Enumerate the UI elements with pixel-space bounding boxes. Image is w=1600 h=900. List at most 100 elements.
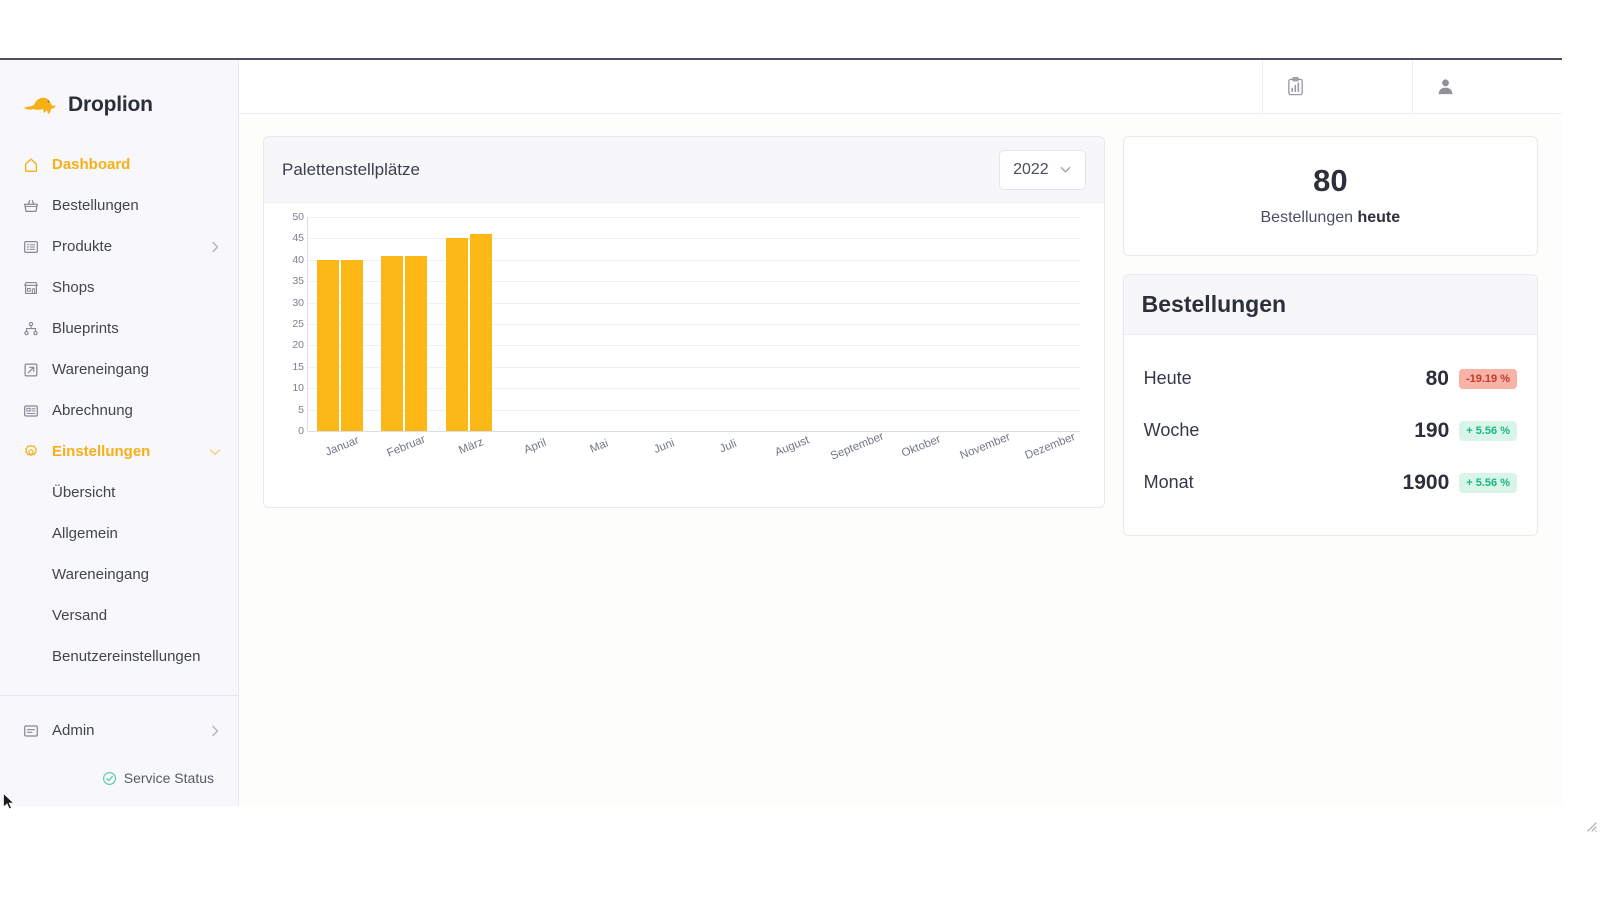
chart-bar[interactable] [470,234,492,431]
sidebar-subitem-versand[interactable]: Versand [0,595,238,636]
x-axis-label: Juli [718,438,739,456]
sidebar-subitem-benutzereinstellungen[interactable]: Benutzereinstellungen [0,636,238,677]
chart-month-group [630,217,694,431]
orders-list: Heute80-19.19 %Woche190+ 5.56 %Monat1900… [1124,335,1537,535]
sidebar-item-blueprints[interactable]: Blueprints [0,308,238,349]
main-content: Palettenstellplätze 2022 051015202530354… [239,114,1562,806]
chart-bar[interactable] [341,260,363,431]
chevron-right-icon [208,240,222,254]
x-axis-label-cell: Mai [565,431,629,493]
orders-row-label: Monat [1144,472,1403,493]
orders-card-title: Bestellungen [1142,291,1286,318]
x-axis-label-cell: Februar [372,431,436,493]
orders-row-value: 80 [1426,367,1449,391]
orders-row: Monat1900 + 5.56 % [1144,457,1517,509]
sidebar-subitem-label: Benutzereinstellungen [52,648,200,665]
chart-bars [308,217,1080,431]
chevron-down-icon [1059,163,1072,176]
brand[interactable]: Droplion [0,60,238,128]
sidebar-item-shops[interactable]: Shops [0,267,238,308]
user-menu-button[interactable] [1412,60,1562,113]
sidebar-item-label: Wareneingang [52,361,222,378]
y-axis-tick: 10 [292,383,304,394]
sidebar-item-label: Admin [52,722,196,739]
chart-bar[interactable] [446,238,468,431]
x-axis-label-cell: Oktober [887,431,951,493]
chart-plot-area: 05101520253035404550 [308,217,1080,431]
chart-card-header: Palettenstellplätze 2022 [264,137,1104,203]
sidebar-item-label: Abrechnung [52,402,222,419]
orders-today-label-bold: heute [1357,209,1400,226]
reports-button[interactable] [1262,60,1412,113]
x-axis-label-cell: Juni [630,431,694,493]
x-axis-label: November [959,431,1013,462]
x-axis-label: Februar [386,433,428,459]
orders-today-card: 80 Bestellungen heute [1123,136,1538,256]
orders-row: Woche190+ 5.56 % [1144,405,1517,457]
year-select[interactable]: 2022 [999,150,1086,190]
invoice-icon [22,722,40,740]
chart-month-group [823,217,887,431]
orders-row-delta-badge: + 5.56 % [1459,473,1517,493]
sidebar-item-abrechnung[interactable]: Abrechnung [0,390,238,431]
x-axis-label: Mai [589,438,611,456]
chart-month-group [951,217,1015,431]
x-axis-label: Juni [652,437,676,456]
brand-name: Droplion [68,93,153,117]
x-axis-label-cell: April [501,431,565,493]
hierarchy-icon [22,320,40,338]
chart-month-group [372,217,436,431]
x-axis-label-cell: Dezember [1015,431,1079,493]
basket-icon [22,197,40,215]
x-axis-label-cell: Juli [694,431,758,493]
orders-row-value: 1900 [1403,471,1450,495]
chart-bar[interactable] [317,260,339,431]
user-icon [1435,76,1456,97]
sidebar-item-einstellungen[interactable]: Einstellungen [0,431,238,472]
sidebar-subitem-allgemein[interactable]: Allgemein [0,513,238,554]
y-axis-tick: 35 [292,276,304,287]
home-icon [22,156,40,174]
orders-today-label-prefix: Bestellungen [1261,209,1358,226]
orders-row-label: Woche [1144,420,1415,441]
y-axis-tick: 25 [292,319,304,330]
y-axis-tick: 50 [292,212,304,223]
invoice-icon [22,402,40,420]
chevron-right-icon [208,724,222,738]
chart-month-group [887,217,951,431]
sidebar-item-admin[interactable]: Admin [0,710,238,751]
sidebar-item-dashboard[interactable]: Dashboard [0,144,238,185]
service-status[interactable]: Service Status [0,770,238,806]
window-resize-grip[interactable] [1585,820,1597,832]
x-axis-label-cell: März [437,431,501,493]
sidebar-item-wareneingang[interactable]: Wareneingang [0,349,238,390]
sidebar-nav: Dashboard Bestellungen Produkte [0,144,238,751]
x-axis-label: August [774,434,812,459]
sidebar-subitem-label: Wareneingang [52,566,149,583]
y-axis-tick: 15 [292,362,304,373]
sidebar-item-label: Einstellungen [52,443,196,460]
chart-bar[interactable] [405,256,427,431]
x-axis-label: September [829,430,886,462]
x-axis-label: Oktober [900,433,942,459]
orders-row-delta-badge: + 5.56 % [1459,421,1517,441]
sidebar-item-produkte[interactable]: Produkte [0,226,238,267]
sidebar-item-bestellungen[interactable]: Bestellungen [0,185,238,226]
sidebar-item-label: Shops [52,279,222,296]
sidebar-divider [0,695,238,696]
chevron-down-icon [208,445,222,459]
dashboard-grid: Palettenstellplätze 2022 051015202530354… [263,136,1538,536]
sidebar-subitem-label: Versand [52,607,107,624]
storefront-icon [22,279,40,297]
lion-icon [22,94,58,116]
orders-today-label: Bestellungen heute [1124,209,1537,227]
sidebar-subitem-uebersicht[interactable]: Übersicht [0,472,238,513]
sidebar-subitem-wareneingang[interactable]: Wareneingang [0,554,238,595]
chart-month-group [694,217,758,431]
orders-card-header: Bestellungen [1124,275,1537,335]
x-axis-label: März [457,436,485,457]
x-axis-labels: JanuarFebruarMärzAprilMaiJuniJuliAugustS… [308,431,1080,493]
orders-summary-card: Bestellungen Heute80-19.19 %Woche190+ 5.… [1123,274,1538,536]
chart-bar[interactable] [381,256,403,431]
x-axis-label-cell: November [951,431,1015,493]
